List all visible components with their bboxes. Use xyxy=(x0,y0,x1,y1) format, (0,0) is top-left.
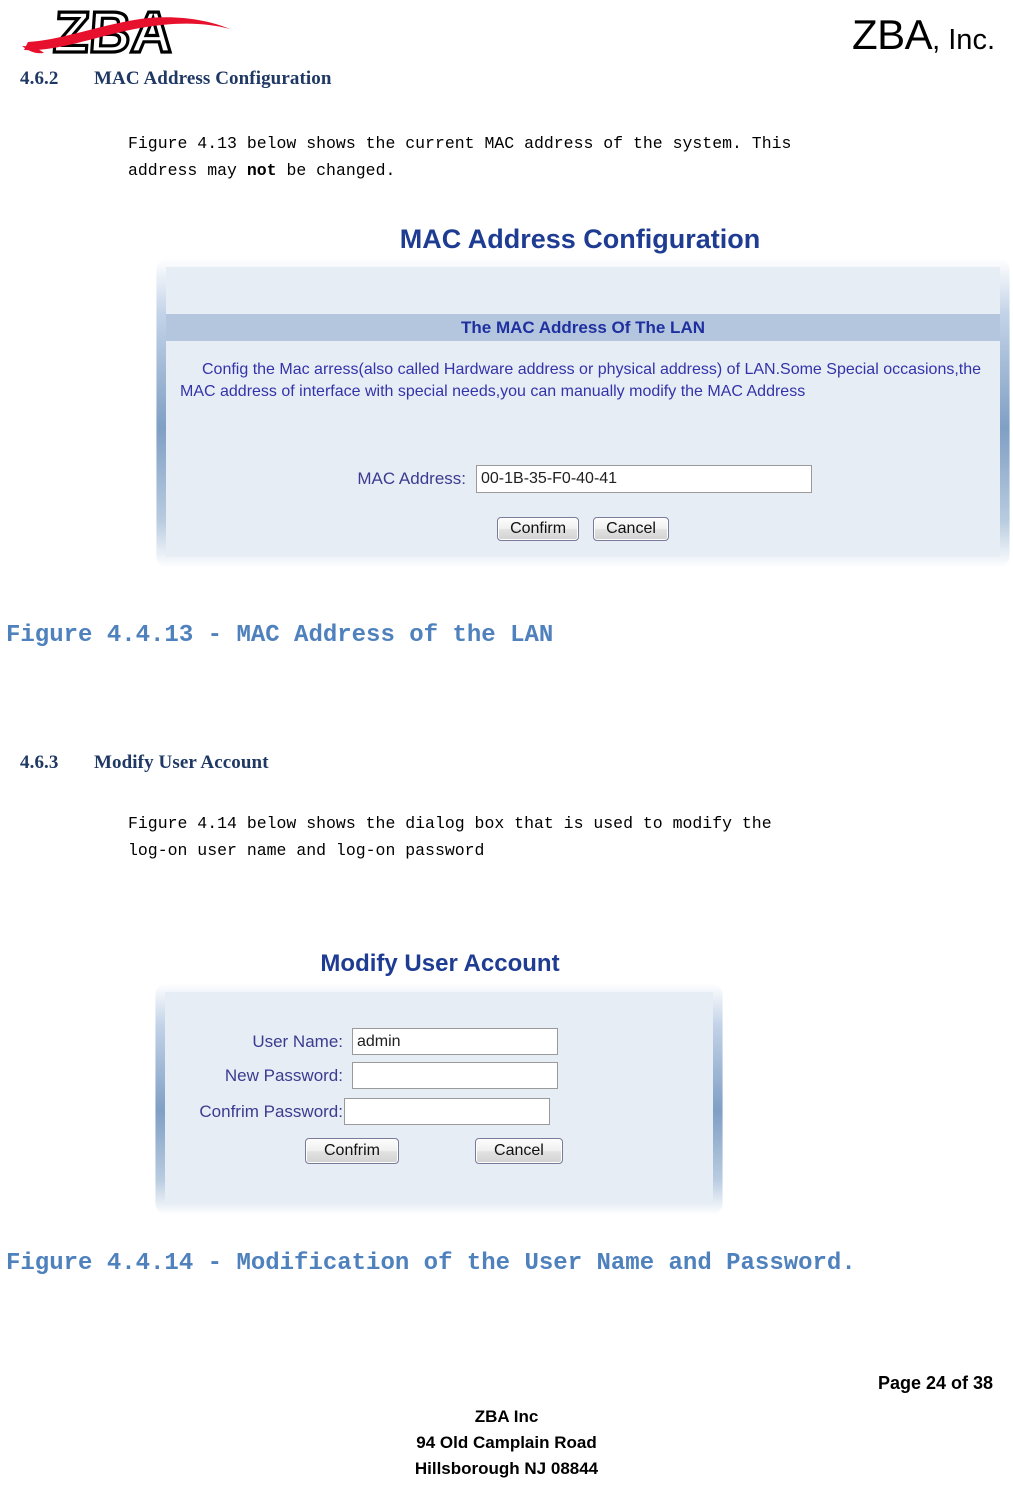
figure-caption-4-4-13: Figure 4.4.13 - MAC Address of the LAN xyxy=(6,622,554,649)
company-name: ZBA, Inc. xyxy=(852,14,995,56)
section-heading-462: 4.6.2 MAC Address Configuration xyxy=(20,68,332,90)
section-463-paragraph: Figure 4.14 below shows the dialog box t… xyxy=(128,810,988,864)
user-dialog-title: Modify User Account xyxy=(320,950,560,977)
section-number-462: 4.6.2 xyxy=(20,68,59,89)
footer-company: ZBA Inc xyxy=(474,1407,539,1426)
username-field-row: User Name: xyxy=(165,1028,713,1055)
confirm-password-input[interactable] xyxy=(344,1098,550,1125)
mac-dialog-button-row: Confirm Cancel xyxy=(166,517,1000,541)
mac-lan-header-bar: The MAC Address Of The LAN xyxy=(166,314,1000,341)
figure-caption-4-4-14: Figure 4.4.14 - Modification of the User… xyxy=(6,1250,856,1277)
confirm-password-field-row: Confrim Password: xyxy=(165,1098,713,1125)
mac-dialog-body: The MAC Address Of The LAN Config the Ma… xyxy=(166,267,1000,557)
footer-address-line-2: Hillsborough NJ 08844 xyxy=(414,1459,599,1478)
user-dialog-body: User Name: New Password: Confrim Passwor… xyxy=(165,992,713,1204)
mac-address-field-row: MAC Address: xyxy=(166,465,1000,493)
user-dialog-frame: User Name: New Password: Confrim Passwor… xyxy=(155,983,723,1215)
footer-address-block: ZBA Inc 94 Old Camplain Road Hillsboroug… xyxy=(0,1404,1013,1482)
zba-logo: ZBA xyxy=(18,2,248,64)
footer-address-line-1: 94 Old Camplain Road xyxy=(416,1433,597,1452)
username-input[interactable] xyxy=(352,1028,558,1055)
new-password-input[interactable] xyxy=(352,1062,558,1089)
user-cancel-button[interactable]: Cancel xyxy=(475,1138,563,1164)
paragraph-line-1: Figure 4.13 below shows the current MAC … xyxy=(128,134,792,153)
section-462-paragraph: Figure 4.13 below shows the current MAC … xyxy=(128,130,988,184)
paragraph-463-line-1: Figure 4.14 below shows the dialog box t… xyxy=(128,814,772,833)
paragraph-463-line-2: log-on user name and log-on password xyxy=(128,841,485,860)
user-confirm-button[interactable]: Confrim xyxy=(305,1138,400,1164)
paragraph-line-2-post: be changed. xyxy=(276,161,396,180)
page-number: Page 24 of 38 xyxy=(877,1373,993,1393)
mac-address-label: MAC Address: xyxy=(357,469,466,488)
section-heading-463: 4.6.3 Modify User Account xyxy=(20,752,269,774)
mac-cancel-button[interactable]: Cancel xyxy=(593,517,669,541)
section-title-462: MAC Address Configuration xyxy=(94,68,332,89)
mac-confirm-button[interactable]: Confirm xyxy=(497,517,580,541)
mac-description-text: Config the Mac arress(also called Hardwa… xyxy=(180,361,982,400)
new-password-label: New Password: xyxy=(224,1065,343,1085)
mac-dialog-title: MAC Address Configuration xyxy=(399,224,761,254)
section-title-463: Modify User Account xyxy=(94,752,269,773)
user-dialog-button-row: Confrim Cancel xyxy=(305,1138,563,1164)
paragraph-emphasis-not: not xyxy=(246,161,277,180)
new-password-field-row: New Password: xyxy=(165,1062,713,1089)
company-name-main: ZBA xyxy=(851,11,933,58)
section-number-463: 4.6.3 xyxy=(20,752,59,773)
mac-address-input[interactable] xyxy=(476,465,812,493)
confirm-password-label: Confrim Password: xyxy=(199,1101,343,1121)
page-header: ZBA ZBA, Inc. xyxy=(0,0,1013,72)
company-name-suffix: , Inc. xyxy=(932,24,995,56)
mac-dialog-frame: The MAC Address Of The LAN Config the Ma… xyxy=(156,258,1010,568)
paragraph-line-2-pre: address may xyxy=(128,161,247,180)
username-label: User Name: xyxy=(252,1031,343,1051)
